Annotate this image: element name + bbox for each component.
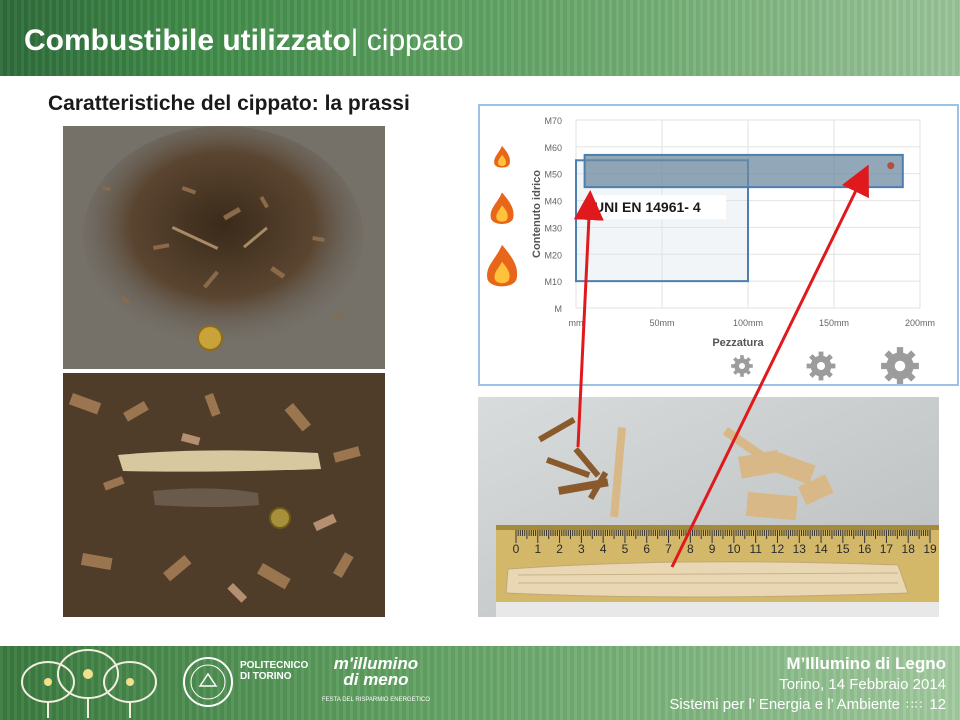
ruler-number: 6 <box>643 542 650 556</box>
y-tick-labels: M70 M60 M50 M40 M30 M20 M10 M <box>544 116 562 314</box>
event-date: Torino, 14 Febbraio 2014 <box>779 676 946 693</box>
slide-title-regular: | cippato <box>350 24 464 57</box>
ruler-number: 3 <box>578 542 585 556</box>
ruler-number: 17 <box>880 542 894 556</box>
millumino-tagline: FESTA DEL RISPARMIO ENERGETICO <box>322 697 430 703</box>
gear-hole <box>894 360 906 372</box>
slide-title: Combustibile utilizzato| cippato <box>24 24 464 58</box>
ruler-number: 13 <box>793 542 807 556</box>
ruler-number: 11 <box>749 542 762 556</box>
slide-title-bold: Combustibile utilizzato <box>24 24 351 57</box>
x-tick-label: 150mm <box>819 318 849 328</box>
footer-banner: POLITECNICO DI TORINO m'illumino di meno… <box>0 646 960 720</box>
wood-chips-pile-photo <box>63 126 385 369</box>
ruler-number: 2 <box>556 542 563 556</box>
flame-icons <box>487 145 518 287</box>
standard-label: UNI EN 14961- 4 <box>594 199 701 215</box>
series-line: Sistemi per l’ Energia e l’ Ambiente ∷∷ 12 <box>669 696 946 713</box>
y-tick-label: M <box>555 304 563 314</box>
ruler-number: 14 <box>814 542 828 556</box>
ruler-number: 12 <box>771 542 785 556</box>
ruler-number: 5 <box>622 542 629 556</box>
ruler-number: 9 <box>709 542 716 556</box>
x-tick-label: 100mm <box>733 318 763 328</box>
ruler-number: 16 <box>858 542 872 556</box>
y-axis-label: Contenuto idrico <box>531 170 543 258</box>
observed-region <box>583 153 904 189</box>
slide-subtitle: Caratteristiche del cippato: la prassi <box>48 92 410 115</box>
ruler-number: 18 <box>902 542 916 556</box>
gear-small-icon <box>731 355 753 377</box>
ruler-number: 19 <box>923 542 937 556</box>
ruler-number: 1 <box>534 542 541 556</box>
y-tick-label: M10 <box>544 277 562 287</box>
page-number: 12 <box>929 696 946 713</box>
dots-icon: ∷∷ <box>906 698 924 712</box>
ruler-number: 8 <box>687 542 694 556</box>
ruler-number: 4 <box>600 542 607 556</box>
y-tick-label: M50 <box>544 170 562 180</box>
x-tick-label: mm <box>569 318 584 328</box>
ruler-number: 7 <box>665 542 672 556</box>
y-tick-label: M30 <box>544 223 562 233</box>
event-name: M’Illumino di Legno <box>786 654 946 673</box>
chart-canvas: M70 M60 M50 M40 M30 M20 M10 M mm 50mm 100mm 150mm 2… <box>487 116 936 385</box>
x-tick-label: 200mm <box>905 318 935 328</box>
gear-hole <box>739 363 745 369</box>
gear-medium-icon <box>806 351 836 381</box>
polito-line-1: POLITECNICO <box>240 660 309 671</box>
y-tick-label: M20 <box>544 250 562 260</box>
series-name: Sistemi per l’ Energia e l’ Ambiente <box>669 696 901 713</box>
observed-data-point <box>887 162 895 170</box>
x-axis-label: Pezzatura <box>712 337 764 349</box>
x-tick-labels: mm 50mm 100mm 150mm 200mm <box>569 318 936 328</box>
gear-hole <box>817 362 825 370</box>
header-banner: Combustibile utilizzato| cippato <box>0 0 960 76</box>
y-tick-label: M70 <box>544 116 562 126</box>
moisture-size-chart: M70 M60 M50 M40 M30 M20 M10 M mm 50mm 100mm 150mm 2… <box>478 104 959 386</box>
tree-illustration <box>21 649 157 718</box>
y-tick-label: M60 <box>544 143 562 153</box>
millumino-logo: m'illumino di meno FESTA DEL RISPARMIO E… <box>322 655 430 708</box>
ruler-number: 10 <box>727 542 741 556</box>
gear-icons <box>731 347 919 385</box>
polito-seal-icon <box>183 657 233 707</box>
x-tick-label: 50mm <box>649 318 674 328</box>
flame-small-icon <box>494 145 510 168</box>
polito-line-2: DI TORINO <box>240 671 292 682</box>
polito-logo: POLITECNICO DI TORINO <box>240 660 308 682</box>
wood-chips-closeup-photo <box>63 373 385 617</box>
millumino-line-2: di meno <box>343 670 409 689</box>
ruler-number: 0 <box>513 542 520 556</box>
ruler-number: 15 <box>836 542 850 556</box>
flame-medium-icon <box>490 192 514 224</box>
wood-samples-ruler-photo: 0 1 2 3 4 5 6 7 8 9 10 11 12 13 14 15 16 17 18 19 <box>478 397 939 617</box>
flame-large-icon <box>487 244 518 287</box>
y-tick-label: M40 <box>544 197 562 207</box>
gear-large-icon <box>881 347 919 385</box>
